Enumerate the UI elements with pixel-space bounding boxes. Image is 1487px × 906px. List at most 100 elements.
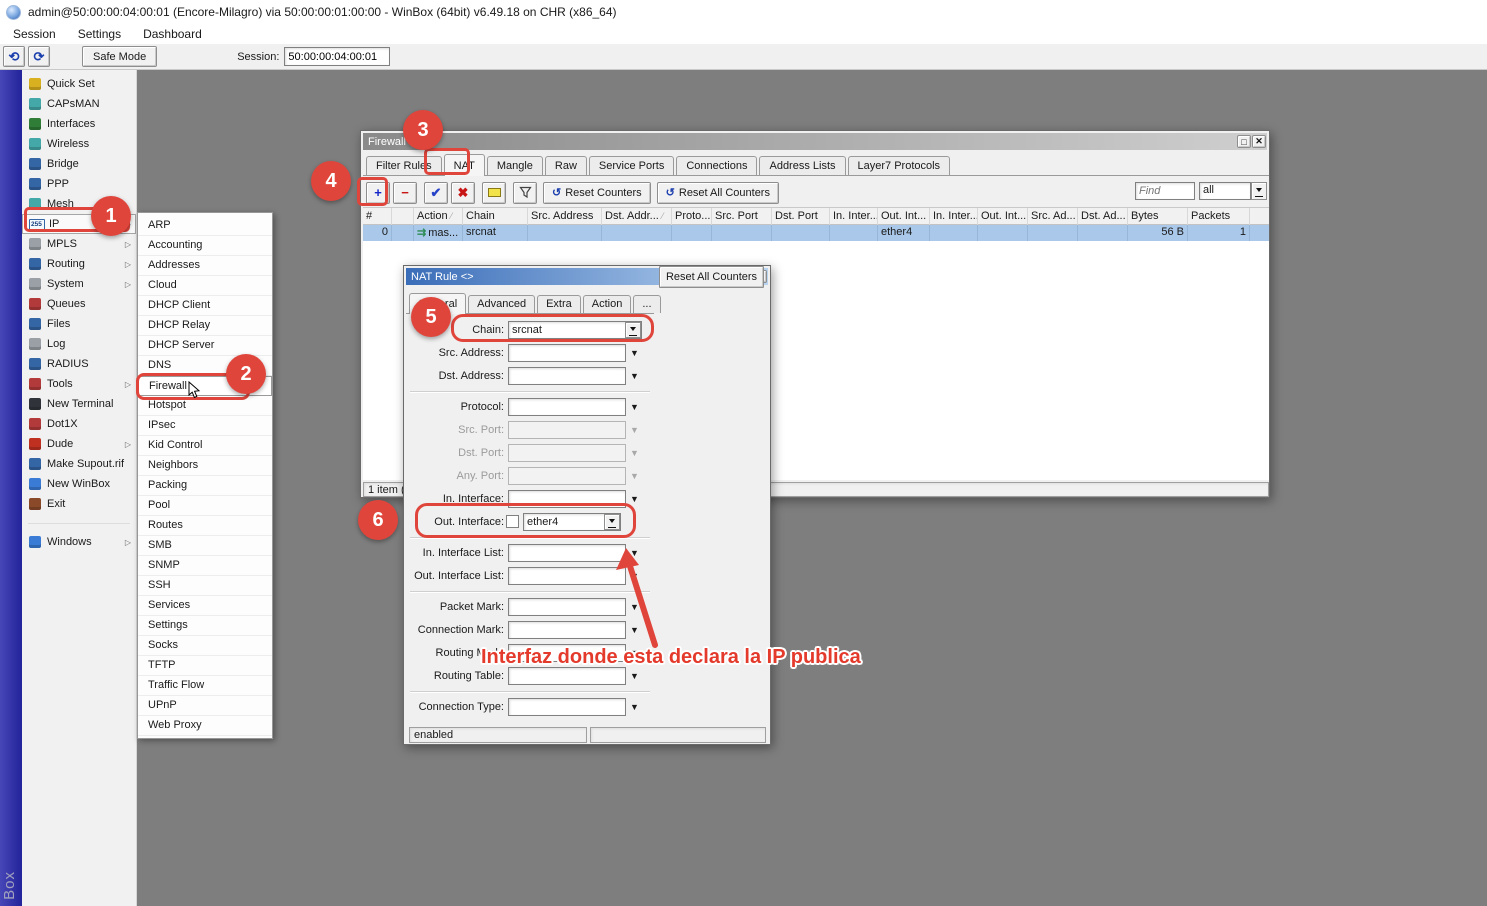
filter-button[interactable] <box>513 182 537 204</box>
column-header[interactable]: Dst. Ad... <box>1078 208 1128 225</box>
sidebar-item[interactable]: Files ▷ <box>22 314 136 334</box>
column-header[interactable]: Src. Address <box>528 208 602 225</box>
sidebar-item[interactable]: PPP ▷ <box>22 174 136 194</box>
dropdown-icon[interactable]: ▼ <box>630 702 639 712</box>
submenu-item[interactable]: SMB <box>138 536 272 556</box>
column-header[interactable]: Chain <box>463 208 528 225</box>
sidebar-item[interactable]: System ▷ <box>22 274 136 294</box>
menu-item[interactable]: Session <box>2 25 67 43</box>
submenu-item[interactable]: Settings <box>138 616 272 636</box>
column-header[interactable]: In. Inter... <box>830 208 878 225</box>
firewall-window-titlebar[interactable]: Firewall □ ✕ <box>363 133 1267 150</box>
submenu-item[interactable]: SSH <box>138 576 272 596</box>
submenu-item[interactable]: Routes <box>138 516 272 536</box>
menu-item[interactable]: Settings <box>67 25 132 43</box>
column-header[interactable]: Dst. Addr... <box>602 208 672 225</box>
sidebar-item[interactable]: New WinBox ▷ <box>22 474 136 494</box>
firewall-tab[interactable]: Service Ports <box>589 156 674 175</box>
dialog-button[interactable]: Reset All Counters <box>659 266 764 288</box>
src-address-input[interactable] <box>508 344 626 362</box>
in-interface-input[interactable] <box>508 490 626 508</box>
add-rule-button[interactable]: + <box>366 182 390 204</box>
submenu-item[interactable]: IPsec <box>138 416 272 436</box>
disable-rule-button[interactable]: ✖ <box>451 182 475 204</box>
sidebar-item[interactable]: MPLS ▷ <box>22 234 136 254</box>
filter-combo-button[interactable] <box>1251 182 1267 200</box>
submenu-item[interactable]: Hotspot <box>138 396 272 416</box>
nat-dialog-tab[interactable]: Action <box>583 295 632 313</box>
chain-select[interactable]: srcnat <box>508 321 642 339</box>
sidebar-item[interactable]: Queues ▷ <box>22 294 136 314</box>
dropdown-icon[interactable]: ▼ <box>630 348 639 358</box>
sidebar-item[interactable]: Log ▷ <box>22 334 136 354</box>
chain-combo-button[interactable] <box>625 322 641 338</box>
sidebar-item[interactable]: Dude ▷ <box>22 434 136 454</box>
submenu-item[interactable]: Services <box>138 596 272 616</box>
nat-dialog-tab[interactable]: Advanced <box>468 295 535 313</box>
sidebar-item[interactable]: Bridge ▷ <box>22 154 136 174</box>
close-button[interactable]: ✕ <box>1252 135 1266 148</box>
submenu-item[interactable]: SNMP <box>138 556 272 576</box>
submenu-item[interactable]: Socks <box>138 636 272 656</box>
sidebar-item[interactable]: Wireless ▷ <box>22 134 136 154</box>
firewall-tab[interactable]: Layer7 Protocols <box>848 156 951 175</box>
protocol-input[interactable] <box>508 398 626 416</box>
undo-button[interactable]: ⟲ <box>3 46 25 67</box>
sidebar-item[interactable]: Make Supout.rif ▷ <box>22 454 136 474</box>
submenu-item[interactable]: UPnP <box>138 696 272 716</box>
connection-mark-input[interactable] <box>508 621 626 639</box>
column-header[interactable] <box>392 208 414 225</box>
dropdown-icon[interactable]: ▼ <box>630 671 639 681</box>
column-header[interactable]: Action <box>414 208 463 225</box>
dst-address-input[interactable] <box>508 367 626 385</box>
submenu-item[interactable]: Addresses <box>138 256 272 276</box>
submenu-item[interactable]: ARP <box>138 216 272 236</box>
column-header[interactable]: Packets <box>1188 208 1250 225</box>
nat-dialog-tab[interactable]: ... <box>633 295 660 313</box>
column-header[interactable]: Src. Ad... <box>1028 208 1078 225</box>
submenu-item[interactable]: Packing <box>138 476 272 496</box>
submenu-item[interactable]: Traffic Flow <box>138 676 272 696</box>
submenu-item[interactable]: Web Proxy <box>138 716 272 736</box>
safe-mode-button[interactable]: Safe Mode <box>82 46 157 67</box>
sidebar-item[interactable]: RADIUS ▷ <box>22 354 136 374</box>
out-interface-list-input[interactable] <box>508 567 626 585</box>
column-header[interactable]: Bytes <box>1128 208 1188 225</box>
column-header[interactable]: Src. Port <box>712 208 772 225</box>
column-header[interactable]: # <box>363 208 392 225</box>
nat-dialog-tab[interactable]: Extra <box>537 295 581 313</box>
dropdown-icon[interactable]: ▼ <box>630 371 639 381</box>
packet-mark-input[interactable] <box>508 598 626 616</box>
table-row[interactable]: ⇉0 ⇉ ⇉mas... ⇉srcnat ⇉ ⇉ ⇉ ⇉ ⇉ <box>363 225 1269 241</box>
remove-rule-button[interactable]: − <box>393 182 417 204</box>
sidebar-item[interactable]: Routing ▷ <box>22 254 136 274</box>
filter-select[interactable]: all <box>1199 182 1251 200</box>
redo-button[interactable]: ⟳ <box>28 46 50 67</box>
column-header[interactable]: Dst. Port <box>772 208 830 225</box>
in-interface-list-input[interactable] <box>508 544 626 562</box>
comment-button[interactable] <box>482 182 506 204</box>
firewall-tab[interactable]: Raw <box>545 156 587 175</box>
enable-rule-button[interactable]: ✔ <box>424 182 448 204</box>
submenu-item[interactable]: Kid Control <box>138 436 272 456</box>
menu-item[interactable]: Dashboard <box>132 25 213 43</box>
sidebar-item[interactable]: New Terminal ▷ <box>22 394 136 414</box>
out-interface-select[interactable]: ether4 <box>523 513 621 531</box>
sidebar-item[interactable]: Interfaces ▷ <box>22 114 136 134</box>
reset-counters-button[interactable]: ↺ Reset Counters <box>543 182 651 204</box>
column-header[interactable]: Proto... <box>672 208 712 225</box>
submenu-item[interactable]: TFTP <box>138 656 272 676</box>
dropdown-icon[interactable]: ▼ <box>630 402 639 412</box>
submenu-item[interactable]: DHCP Relay <box>138 316 272 336</box>
firewall-tab[interactable]: Connections <box>676 156 757 175</box>
connection-type-input[interactable] <box>508 698 626 716</box>
session-input[interactable] <box>284 47 390 66</box>
sidebar-item[interactable]: CAPsMAN ▷ <box>22 94 136 114</box>
sidebar-item[interactable]: Tools ▷ <box>22 374 136 394</box>
find-input[interactable] <box>1135 182 1195 200</box>
out-interface-not-checkbox[interactable] <box>506 515 519 528</box>
maximize-button[interactable]: □ <box>1237 135 1251 148</box>
out-interface-combo-button[interactable] <box>604 514 620 530</box>
submenu-item[interactable]: DHCP Client <box>138 296 272 316</box>
routing-table-input[interactable] <box>508 667 626 685</box>
